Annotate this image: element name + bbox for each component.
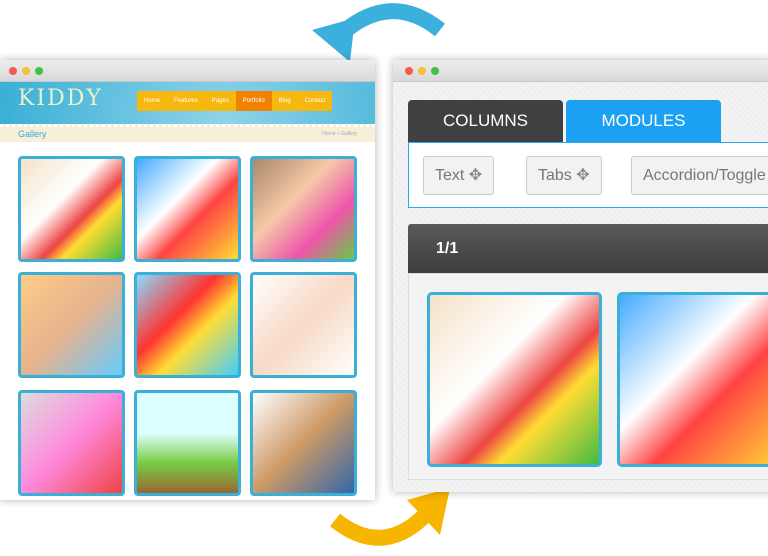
gallery-image[interactable] xyxy=(134,156,241,262)
close-icon[interactable] xyxy=(405,67,413,75)
tab-columns[interactable]: COLUMNS xyxy=(408,100,563,142)
move-icon[interactable]: ✥ xyxy=(576,167,589,184)
close-icon[interactable] xyxy=(9,67,17,75)
kiddy-website-window: KIDDY Home Features Pages Portfolio Blog… xyxy=(0,60,375,500)
module-tabs[interactable]: Tabs ✥ xyxy=(526,156,602,195)
module-text[interactable]: Text ✥ xyxy=(423,156,495,195)
gallery-image[interactable] xyxy=(250,156,357,262)
main-nav: Home Features Pages Portfolio Blog Conta… xyxy=(137,91,333,111)
nav-portfolio[interactable]: Portfolio xyxy=(235,91,272,111)
site-logo[interactable]: KIDDY xyxy=(18,86,103,111)
minimize-icon[interactable] xyxy=(22,67,30,75)
blue-arrow-icon xyxy=(312,3,445,62)
breadcrumb[interactable]: Home » Gallery xyxy=(322,131,357,137)
modules-panel: Text ✥ Tabs ✥ Accordion/Toggle xyxy=(408,142,768,208)
module-label: Text xyxy=(435,167,465,184)
nav-home[interactable]: Home xyxy=(137,91,167,111)
maximize-icon[interactable] xyxy=(35,67,43,75)
row-header[interactable]: 1/1 xyxy=(408,224,768,273)
gallery-image[interactable] xyxy=(134,272,241,378)
nav-features[interactable]: Features xyxy=(167,91,205,111)
content-image[interactable] xyxy=(617,292,768,467)
module-label: Accordion/Toggle xyxy=(643,167,766,184)
title-bar xyxy=(0,60,375,82)
nav-contact[interactable]: Contact xyxy=(298,91,333,111)
gallery-image[interactable] xyxy=(18,390,125,496)
row-label: 1/1 xyxy=(436,240,459,257)
maximize-icon[interactable] xyxy=(431,67,439,75)
module-accordion-toggle[interactable]: Accordion/Toggle xyxy=(631,156,768,195)
minimize-icon[interactable] xyxy=(418,67,426,75)
content-image[interactable] xyxy=(427,292,602,467)
gallery-image[interactable] xyxy=(250,390,357,496)
gallery-image[interactable] xyxy=(18,156,125,262)
move-icon[interactable]: ✥ xyxy=(469,167,482,184)
gallery-image[interactable] xyxy=(134,390,241,496)
site-header: KIDDY Home Features Pages Portfolio Blog… xyxy=(0,82,375,124)
title-bar xyxy=(393,60,768,82)
nav-blog[interactable]: Blog xyxy=(272,91,298,111)
module-label: Tabs xyxy=(538,167,572,184)
page-title-bar: Gallery Home » Gallery xyxy=(0,124,375,142)
nav-pages[interactable]: Pages xyxy=(205,91,236,111)
gallery-image[interactable] xyxy=(250,272,357,378)
page-title: Gallery xyxy=(18,129,47,139)
gallery-image[interactable] xyxy=(18,272,125,378)
page-builder-window: COLUMNS MODULES Text ✥ Tabs ✥ Accordion/… xyxy=(393,60,768,492)
tab-modules[interactable]: MODULES xyxy=(566,100,721,142)
row-content xyxy=(408,273,768,480)
